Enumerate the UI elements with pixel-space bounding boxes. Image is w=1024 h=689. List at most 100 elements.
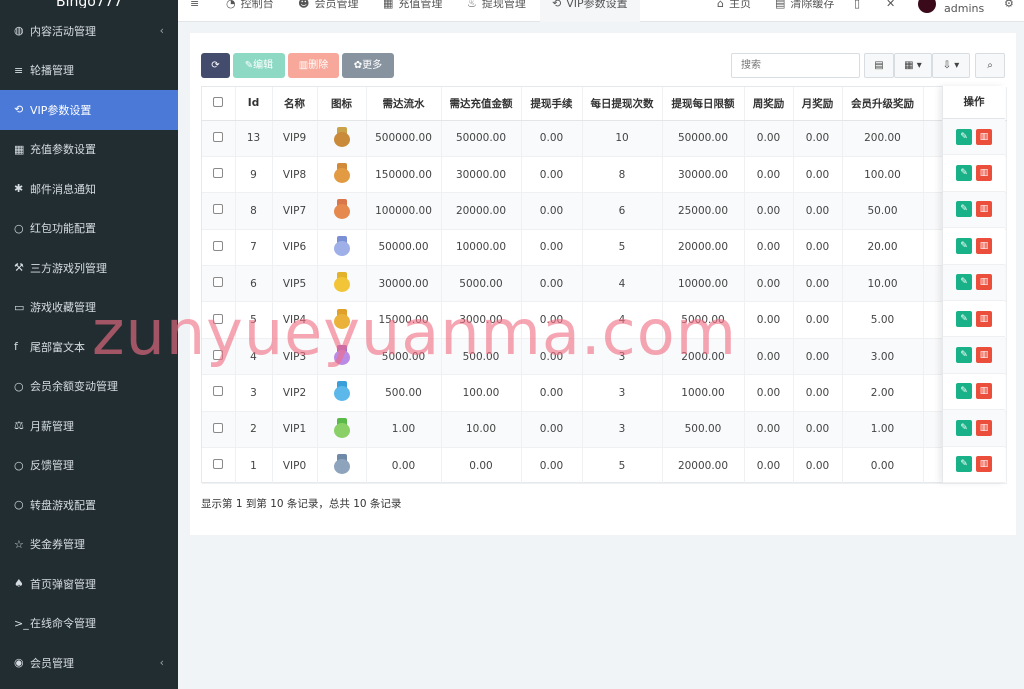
sidebar-item[interactable]: ○ 反馈管理 — [0, 446, 178, 486]
table-row[interactable]: 3 VIP2 500.00 100.00 0.00 3 1000.00 0.00 0.00 2.0… — [202, 374, 1007, 412]
sidebar-item[interactable]: ⟲ VIP参数设置 — [0, 90, 178, 130]
cell-id: 2 — [235, 411, 273, 449]
row-checkbox[interactable] — [213, 240, 224, 251]
delete-row-button[interactable]: ▥ — [976, 237, 992, 254]
refresh-button[interactable]: ⟳ — [201, 53, 230, 78]
delete-row-button[interactable]: ▥ — [976, 383, 992, 400]
table-row[interactable]: 4 VIP3 5000.00 500.00 0.00 3 2000.00 0.00 0.00 3.… — [202, 338, 1007, 376]
sidebar-item[interactable]: ⚒ 三方游戏列管理 — [0, 248, 178, 288]
sidebar-item[interactable]: ✱ 邮件消息通知 — [0, 169, 178, 209]
table-row[interactable]: 2 VIP1 1.00 10.00 0.00 3 500.00 0.00 0.00 1.00 — [202, 411, 1007, 449]
row-checkbox-cell[interactable] — [202, 120, 236, 157]
edit-row-button[interactable]: ✎ — [956, 419, 972, 436]
clear-cache-button[interactable]: ▤ 清除缓存 — [775, 0, 834, 22]
row-checkbox[interactable] — [213, 204, 224, 215]
tab-dashboard[interactable]: ◔ 控制台 — [226, 0, 274, 22]
sidebar-item[interactable]: f 尾部富文本 — [0, 327, 178, 367]
row-checkbox[interactable] — [213, 313, 224, 324]
table-row[interactable]: 5 VIP4 15000.00 3000.00 0.00 4 5000.00 0.00 0.00… — [202, 301, 1007, 339]
cell-fee: 0.00 — [521, 447, 583, 485]
user-menu[interactable]: admins — [918, 0, 984, 22]
row-checkbox-cell[interactable] — [202, 301, 236, 339]
menu-toggle-icon[interactable]: ≡ — [190, 0, 199, 22]
vip-icon-cell — [317, 338, 367, 376]
home-link[interactable]: ⌂ 主页 — [717, 0, 751, 22]
table-row[interactable]: 6 VIP5 30000.00 5000.00 0.00 4 10000.00 0.00 0.0… — [202, 265, 1007, 303]
table-row[interactable]: 13 VIP9 500000.00 50000.00 0.00 10 50000.00 0.0… — [202, 120, 1007, 157]
row-checkbox[interactable] — [213, 168, 224, 179]
sidebar-item[interactable]: ○ 红包功能配置 — [0, 209, 178, 249]
menu-icon: ▦ — [14, 142, 25, 156]
sidebar-item-label: 月薪管理 — [30, 419, 74, 433]
sidebar-item[interactable]: ◉ 会员管理 ‹ — [0, 643, 178, 683]
edit-row-button[interactable]: ✎ — [956, 274, 972, 291]
table-row[interactable]: 8 VIP7 100000.00 20000.00 0.00 6 25000.00 0.00 0… — [202, 192, 1007, 230]
sidebar-item[interactable]: ◍ 内容活动管理 ‹ — [0, 11, 178, 51]
toggle-view-button[interactable]: ▤ — [864, 53, 894, 78]
edit-row-button[interactable]: ✎ — [956, 237, 972, 254]
row-checkbox[interactable] — [213, 131, 224, 142]
delete-row-button[interactable]: ▥ — [976, 456, 992, 473]
columns-button[interactable]: ▦ ▾ — [894, 53, 932, 78]
row-checkbox-cell[interactable] — [202, 192, 236, 230]
search-icon[interactable]: ⌕ — [975, 53, 1005, 78]
tab-label: 提现管理 — [481, 0, 526, 10]
sidebar-item[interactable]: ♠ 首页弹窗管理 — [0, 564, 178, 604]
tab-withdraw[interactable]: ♨ 提现管理 — [467, 0, 526, 22]
sidebar-item[interactable]: ○ 会员余额变动管理 — [0, 367, 178, 407]
tab-members[interactable]: ☻ 会员管理 — [298, 0, 358, 22]
tab-recharge[interactable]: ▦ 充值管理 — [383, 0, 442, 22]
row-checkbox-cell[interactable] — [202, 338, 236, 376]
fullscreen-icon[interactable]: ✕ — [886, 0, 895, 22]
row-checkbox-cell[interactable] — [202, 229, 236, 267]
settings-icon[interactable]: ⚙ — [1004, 0, 1014, 22]
search-input[interactable] — [731, 53, 860, 78]
row-checkbox[interactable] — [213, 386, 224, 397]
sidebar-item[interactable]: ☆ 奖金券管理 — [0, 525, 178, 565]
edit-row-button[interactable]: ✎ — [956, 128, 972, 145]
select-all-checkbox-cell[interactable] — [202, 87, 236, 121]
table-row[interactable]: 7 VIP6 50000.00 10000.00 0.00 5 20000.00 0.00 0.… — [202, 229, 1007, 267]
brand-logo: Bingo777 — [56, 0, 123, 8]
row-checkbox[interactable] — [213, 422, 224, 433]
delete-row-button[interactable]: ▥ — [976, 347, 992, 364]
row-checkbox-cell[interactable] — [202, 374, 236, 412]
delete-row-button[interactable]: ▥ — [976, 310, 992, 327]
sidebar-item[interactable]: ≡ 轮播管理 — [0, 51, 178, 91]
sidebar-item[interactable]: ▦ 充值参数设置 — [0, 130, 178, 170]
sidebar-item[interactable]: ▭ 游戏收藏管理 — [0, 288, 178, 328]
delete-row-button[interactable]: ▥ — [976, 274, 992, 291]
delete-button[interactable]: ▥删除 — [288, 53, 339, 78]
row-checkbox-cell[interactable] — [202, 265, 236, 303]
cell-limit: 10000.00 — [662, 265, 745, 303]
export-button[interactable]: ⇩ ▾ — [932, 53, 970, 78]
sidebar-item[interactable]: >_ 在线命令管理 — [0, 604, 178, 644]
edit-button[interactable]: ✎编辑 — [233, 53, 285, 78]
sidebar-item[interactable]: ○ 转盘游戏配置 — [0, 485, 178, 525]
row-checkbox-cell[interactable] — [202, 411, 236, 449]
select-all-checkbox[interactable] — [213, 96, 224, 107]
edit-row-button[interactable]: ✎ — [956, 347, 972, 364]
delete-row-button[interactable]: ▥ — [976, 165, 992, 182]
edit-row-button[interactable]: ✎ — [956, 310, 972, 327]
delete-row-button[interactable]: ▥ — [976, 128, 992, 145]
sidebar-item[interactable]: ⚖ 月薪管理 — [0, 406, 178, 446]
edit-row-button[interactable]: ✎ — [956, 383, 972, 400]
table-row[interactable]: 9 VIP8 150000.00 30000.00 0.00 8 30000.00 0.00 0… — [202, 156, 1007, 194]
row-checkbox[interactable] — [213, 459, 224, 470]
language-icon[interactable]: ▯ — [854, 0, 860, 22]
row-checkbox[interactable] — [213, 350, 224, 361]
edit-row-button[interactable]: ✎ — [956, 165, 972, 182]
delete-row-button[interactable]: ▥ — [976, 201, 992, 218]
row-checkbox[interactable] — [213, 277, 224, 288]
cell-id: 9 — [235, 156, 273, 194]
table-row[interactable]: 1 VIP0 0.00 0.00 0.00 5 20000.00 0.00 0.00 0.00 — [202, 447, 1007, 485]
more-button[interactable]: ✿更多 — [342, 53, 394, 78]
edit-row-button[interactable]: ✎ — [956, 201, 972, 218]
row-checkbox-cell[interactable] — [202, 447, 236, 485]
edit-row-button[interactable]: ✎ — [956, 456, 972, 473]
tab-vip-settings[interactable]: ⟲ VIP参数设置 — [540, 0, 640, 22]
cell-month: 0.00 — [793, 301, 843, 339]
row-checkbox-cell[interactable] — [202, 156, 236, 194]
delete-row-button[interactable]: ▥ — [976, 419, 992, 436]
